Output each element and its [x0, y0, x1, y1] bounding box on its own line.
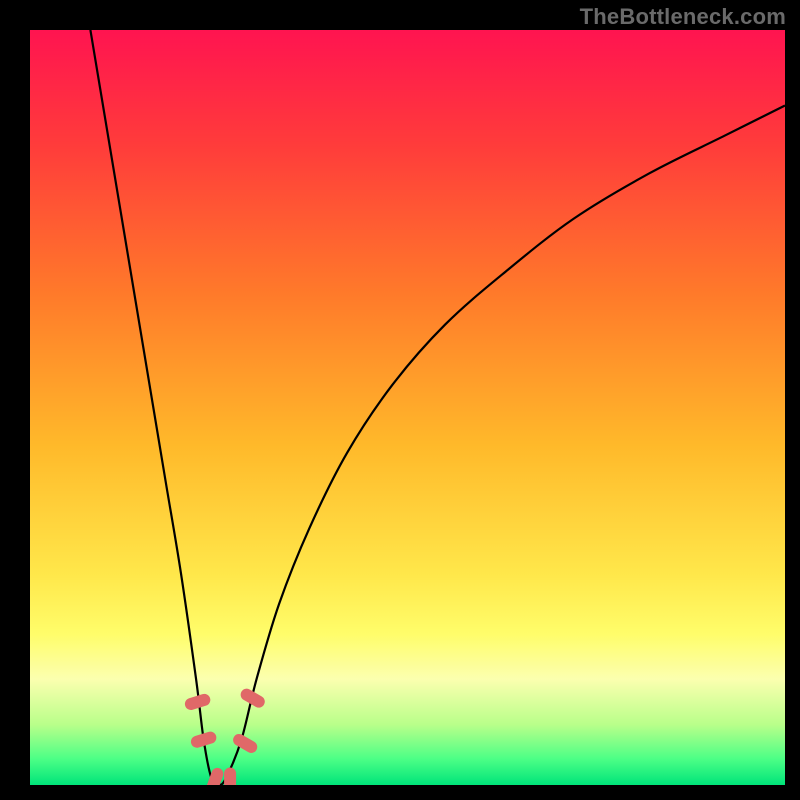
- plot-area: [30, 30, 785, 785]
- bottleneck-chart: [30, 30, 785, 785]
- gradient-background: [30, 30, 785, 785]
- highlight-marker: [224, 767, 236, 785]
- watermark-text: TheBottleneck.com: [580, 4, 786, 30]
- chart-frame: TheBottleneck.com: [0, 0, 800, 800]
